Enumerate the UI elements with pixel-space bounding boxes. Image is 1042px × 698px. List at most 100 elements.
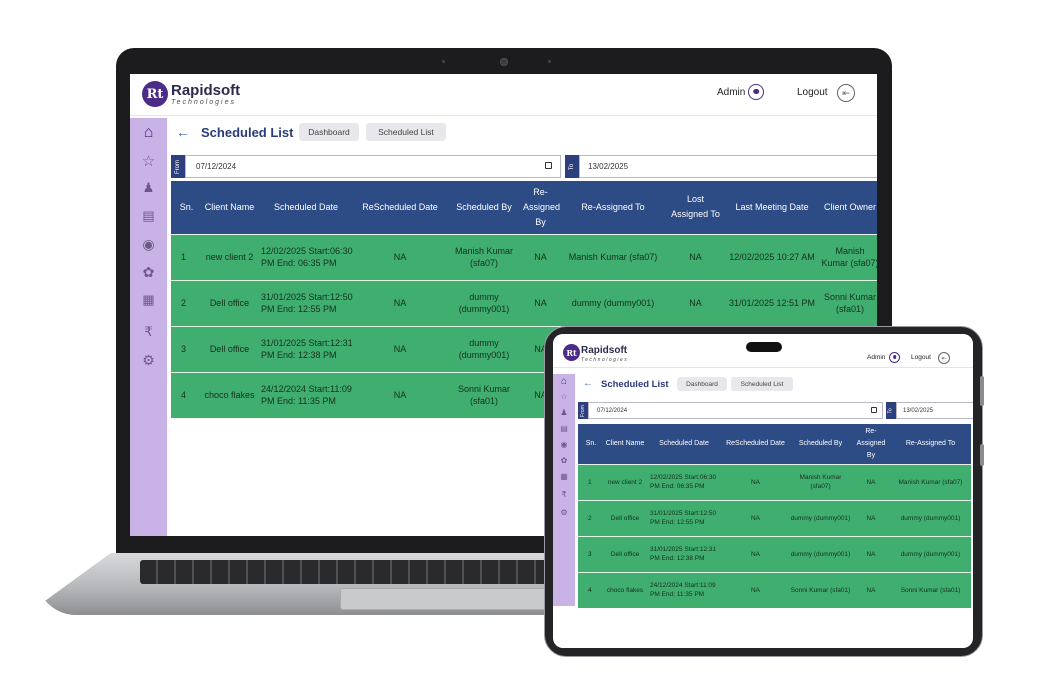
table-cell: NA [722, 571, 789, 608]
admin-label[interactable]: Admin [867, 354, 885, 361]
breadcrumb-scheduled-list[interactable]: Scheduled List [731, 377, 793, 391]
table-cell: NA [722, 535, 789, 572]
column-header: Scheduled Date [646, 424, 722, 464]
table-cell: Dell office [202, 325, 257, 372]
table-cell: NA [852, 499, 890, 536]
logout-icon[interactable]: ⇤ [837, 84, 855, 102]
logout-button[interactable]: Logout [911, 354, 931, 361]
table-cell: 12/02/2025 10:27 AM [723, 233, 821, 280]
table-cell: Sonni Kumar (sfa01) [789, 571, 852, 608]
from-date-input[interactable]: 07/12/2024 [588, 402, 883, 419]
scheduled-table: Sn. Client Name Scheduled Date ReScheduled … [578, 424, 971, 608]
tablet-button [980, 376, 984, 406]
from-date-input[interactable]: 07/12/2024 [185, 155, 561, 178]
table-cell: NA [852, 571, 890, 608]
users-icon[interactable]: ♟ [130, 180, 167, 196]
breadcrumb-dashboard[interactable]: Dashboard [677, 377, 727, 391]
user-icon[interactable] [748, 84, 764, 100]
settings-icon[interactable]: ⚙ [130, 352, 167, 369]
column-header: Scheduled By [445, 181, 523, 234]
star-icon[interactable]: ☆ [130, 152, 167, 170]
rupee-icon[interactable]: ₹ [130, 324, 167, 340]
table-cell: Manish Kumar (sfa07) [558, 233, 668, 280]
calendar-icon[interactable]: ▦ [553, 472, 575, 481]
home-icon[interactable]: ⌂ [130, 124, 167, 142]
column-header: Last Meeting Date [723, 181, 821, 234]
table-cell: NA [523, 233, 558, 280]
to-date-input[interactable]: 13/02/2025 [579, 155, 877, 178]
column-header: Scheduled Date [257, 181, 355, 234]
home-icon[interactable]: ⌂ [553, 376, 575, 387]
calendar-picker-icon[interactable] [871, 407, 877, 413]
user-icon[interactable] [889, 352, 900, 363]
table-cell: 4 [578, 571, 604, 608]
document-icon[interactable]: ▤ [130, 208, 167, 224]
column-header: Re-Assigned By [523, 181, 560, 234]
tablet-button [980, 444, 984, 466]
app-header: Rt Rapidsoft Technologies Admin Logout ⇤ [130, 74, 877, 116]
laptop-keyboard [140, 560, 560, 584]
table-cell: NA [523, 279, 558, 326]
table-row[interactable]: 3 Dell office 31/01/2025 Start:12:31 PM En… [578, 535, 971, 572]
settings-icon[interactable]: ⚙ [553, 508, 575, 517]
rupee-icon[interactable]: ₹ [553, 490, 575, 499]
back-arrow-icon[interactable]: ← [583, 378, 593, 389]
table-row[interactable]: 4 choco flakes 24/12/2024 Start:11:09 PM E… [578, 571, 971, 608]
sensor-dot [548, 60, 551, 63]
table-row[interactable]: 1 new client 2 12/02/2025 Start:06:30 PM E… [171, 233, 877, 280]
table-cell: NA [355, 371, 445, 418]
document-icon[interactable]: ▤ [553, 424, 575, 433]
to-date-input[interactable]: 13/02/2025 [896, 402, 973, 419]
camera-icon [500, 58, 508, 66]
globe-icon[interactable]: ◉ [130, 236, 167, 253]
table-cell: NA [668, 279, 723, 326]
table-cell: 31/01/2025 Start:12:50 PM End: 12:55 PM [646, 499, 722, 536]
to-tag: To [565, 155, 579, 178]
star-icon[interactable]: ☆ [553, 392, 575, 401]
table-cell: 12/02/2025 Start:06:30 PM End: 06:35 PM [257, 233, 355, 280]
table-cell: NA [355, 325, 445, 372]
brand-subtitle: Technologies [581, 357, 629, 363]
column-header: Sn. [171, 181, 202, 234]
logo-icon[interactable]: Rt [563, 344, 580, 361]
table-cell: 2 [578, 499, 604, 536]
breadcrumb-scheduled-list[interactable]: Scheduled List [366, 123, 446, 141]
table-row[interactable]: 2 Dell office 31/01/2025 Start:12:50 PM En… [578, 499, 971, 536]
back-arrow-icon[interactable]: ← [176, 124, 190, 140]
table-cell: Manish Kumar (sfa07) [789, 463, 852, 500]
globe-icon[interactable]: ◉ [553, 440, 575, 449]
admin-label[interactable]: Admin [717, 87, 745, 98]
column-header: Client Name [202, 181, 257, 234]
column-header: Scheduled By [789, 424, 852, 464]
table-cell: 24/12/2024 Start:11:09 PM End: 11:35 PM [646, 571, 722, 608]
column-header: Sn. [578, 424, 604, 464]
table-cell: Dell office [202, 279, 257, 326]
table-header-row: Sn. Client Name Scheduled Date ReScheduled … [171, 181, 877, 234]
page-title: Scheduled List [601, 379, 669, 390]
globe-alt-icon[interactable]: ✿ [553, 456, 575, 465]
globe-alt-icon[interactable]: ✿ [130, 264, 167, 281]
table-cell: dummy (dummy001) [445, 279, 523, 326]
breadcrumb-dashboard[interactable]: Dashboard [299, 123, 359, 141]
table-cell: 31/01/2025 12:51 PM [723, 279, 821, 326]
tablet-camera-notch [746, 342, 782, 352]
calendar-icon[interactable]: ▦ [130, 292, 167, 308]
users-icon[interactable]: ♟ [553, 408, 575, 417]
table-row[interactable]: 2 Dell office 31/01/2025 Start:12:50 PM En… [171, 279, 877, 326]
table-cell: choco flakes [202, 371, 257, 418]
column-header: ReScheduled Date [722, 424, 789, 464]
table-cell: NA [722, 499, 789, 536]
table-cell: dummy (dummy001) [558, 279, 668, 326]
logout-icon[interactable]: ⇤ [938, 352, 950, 364]
column-header: Re-Assigned To [890, 424, 971, 464]
logo-icon[interactable]: Rt [142, 81, 168, 107]
page-title: Scheduled List [201, 125, 294, 140]
table-cell: Dell office [604, 535, 646, 572]
tablet-screen: Rt Rapidsoft Technologies Admin Logout ⇤… [553, 334, 973, 648]
logout-button[interactable]: Logout [797, 87, 828, 98]
table-cell: dummy (dummy001) [789, 535, 852, 572]
calendar-picker-icon[interactable] [545, 162, 552, 169]
from-tag: From [171, 155, 185, 178]
table-cell: new client 2 [202, 233, 257, 280]
table-row[interactable]: 1 new client 2 12/02/2025 Start:06:30 PM E… [578, 463, 971, 500]
